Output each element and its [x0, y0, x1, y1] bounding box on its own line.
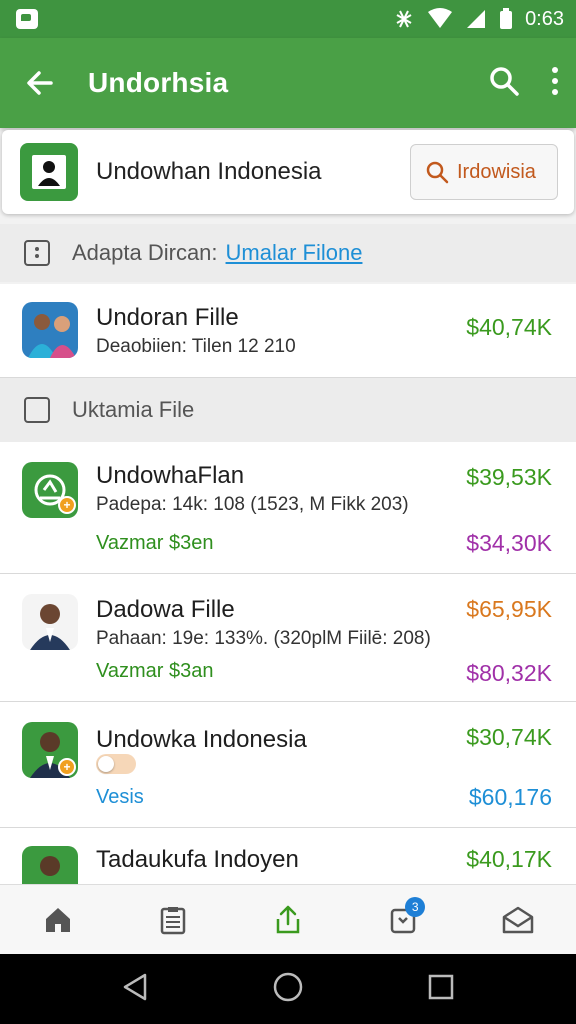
company-header-card: Undowhan Indonesia Irdowisia	[2, 130, 574, 214]
item-subtitle: Pahaan: 19e: 133%. (320plM Fiilē: 208)	[96, 628, 431, 649]
filter-link[interactable]: Umalar Filone	[226, 240, 363, 266]
section-header-filters: Adapta Dircan: Umalar Filone	[0, 224, 576, 282]
clipboard-icon	[160, 906, 186, 934]
search-button[interactable]	[488, 65, 520, 102]
item-value: $39,53K	[466, 464, 552, 490]
item-subtitle: Padepa: 14k: 108 (1523, M Fikk 203)	[96, 494, 409, 515]
system-home-button[interactable]	[272, 971, 304, 1008]
item-subtitle: Deaobiien: Tilen 12 210	[96, 336, 296, 357]
signal-icon	[467, 10, 486, 28]
list-item[interactable]: + UndowhaFlan Padepa: 14k: 108 (1523, M …	[0, 442, 576, 574]
nav-share[interactable]	[258, 895, 318, 945]
list-item[interactable]: Undoran Fille Deaobiien: Tilen 12 210 $4…	[0, 284, 576, 378]
system-recents-button[interactable]	[427, 973, 455, 1006]
list-item[interactable]: + Undowka Indonesia Vesis $30,74K $60,17…	[0, 702, 576, 828]
item-value: $40,17K	[466, 846, 552, 872]
list-item[interactable]: Tadaukufa Indoyen $40,17K	[0, 828, 576, 884]
app-bar: Undorhsia	[0, 38, 576, 128]
region-search-label: Irdowisia	[457, 160, 536, 183]
avatar	[22, 594, 78, 650]
person-icon	[32, 155, 66, 189]
company-name: Undowhan Indonesia	[96, 158, 322, 185]
status-time: 0:63	[525, 7, 564, 30]
arrow-back-icon	[27, 71, 53, 95]
item-title: Undowka Indonesia	[96, 726, 307, 753]
circle-home-icon	[273, 972, 303, 1001]
item-title: Dadowa Fille	[96, 596, 235, 623]
search-icon	[490, 66, 519, 96]
mail-open-icon	[503, 906, 534, 933]
section-label: Adapta Dircan:	[72, 240, 218, 265]
wifi-icon	[428, 8, 453, 28]
item-value: $65,95K	[466, 596, 552, 622]
item-secondary-value: $80,32K	[466, 660, 552, 686]
nav-mail[interactable]	[488, 895, 548, 945]
item-value: $30,74K	[466, 724, 552, 750]
checkbox-icon[interactable]	[24, 397, 50, 423]
nav-documents[interactable]	[143, 895, 203, 945]
plus-badge-icon: +	[58, 496, 76, 514]
info-box-icon	[24, 240, 50, 266]
item-title: Undoran Fille	[96, 304, 239, 331]
nav-notifications[interactable]: 3	[373, 895, 433, 945]
triangle-back-icon	[124, 973, 147, 1000]
system-navigation-bar	[0, 954, 576, 1024]
section-header-files: Uktamia File	[0, 378, 576, 442]
avatar	[22, 302, 78, 358]
avatar	[22, 846, 78, 884]
app-title: Undorhsia	[88, 67, 229, 98]
overflow-menu-button[interactable]	[550, 66, 560, 101]
battery-icon	[500, 8, 513, 29]
search-icon	[426, 161, 449, 184]
item-tag: Vesis	[96, 786, 144, 808]
notification-icon	[16, 9, 38, 29]
plus-badge-icon: +	[58, 758, 76, 776]
item-secondary-value: $34,30K	[466, 530, 552, 556]
section-label: Uktamia File	[72, 397, 195, 422]
item-title: Tadaukufa Indoyen	[96, 846, 299, 873]
vibrate-icon	[396, 10, 412, 28]
item-tag: Vazmar $3an	[96, 660, 214, 682]
status-bar: 0:63	[0, 0, 576, 38]
system-back-button[interactable]	[121, 972, 149, 1007]
bottom-navigation: 3	[0, 884, 576, 954]
share-upload-icon	[276, 905, 300, 933]
item-value: $40,74K	[466, 314, 552, 340]
company-logo	[20, 143, 78, 201]
nav-home[interactable]	[28, 895, 88, 945]
square-recents-icon	[428, 974, 453, 999]
notification-count-badge: 3	[405, 896, 426, 917]
home-icon	[45, 907, 70, 932]
region-search-button[interactable]: Irdowisia	[410, 144, 558, 200]
status-toggle[interactable]	[96, 754, 136, 774]
back-button[interactable]	[22, 65, 58, 101]
list-item[interactable]: Dadowa Fille Pahaan: 19e: 133%. (320plM …	[0, 574, 576, 702]
item-title: UndowhaFlan	[96, 462, 245, 489]
item-tag: Vazmar $3en	[96, 532, 214, 554]
item-secondary-value: $60,176	[468, 784, 552, 810]
more-vert-icon	[552, 66, 558, 95]
